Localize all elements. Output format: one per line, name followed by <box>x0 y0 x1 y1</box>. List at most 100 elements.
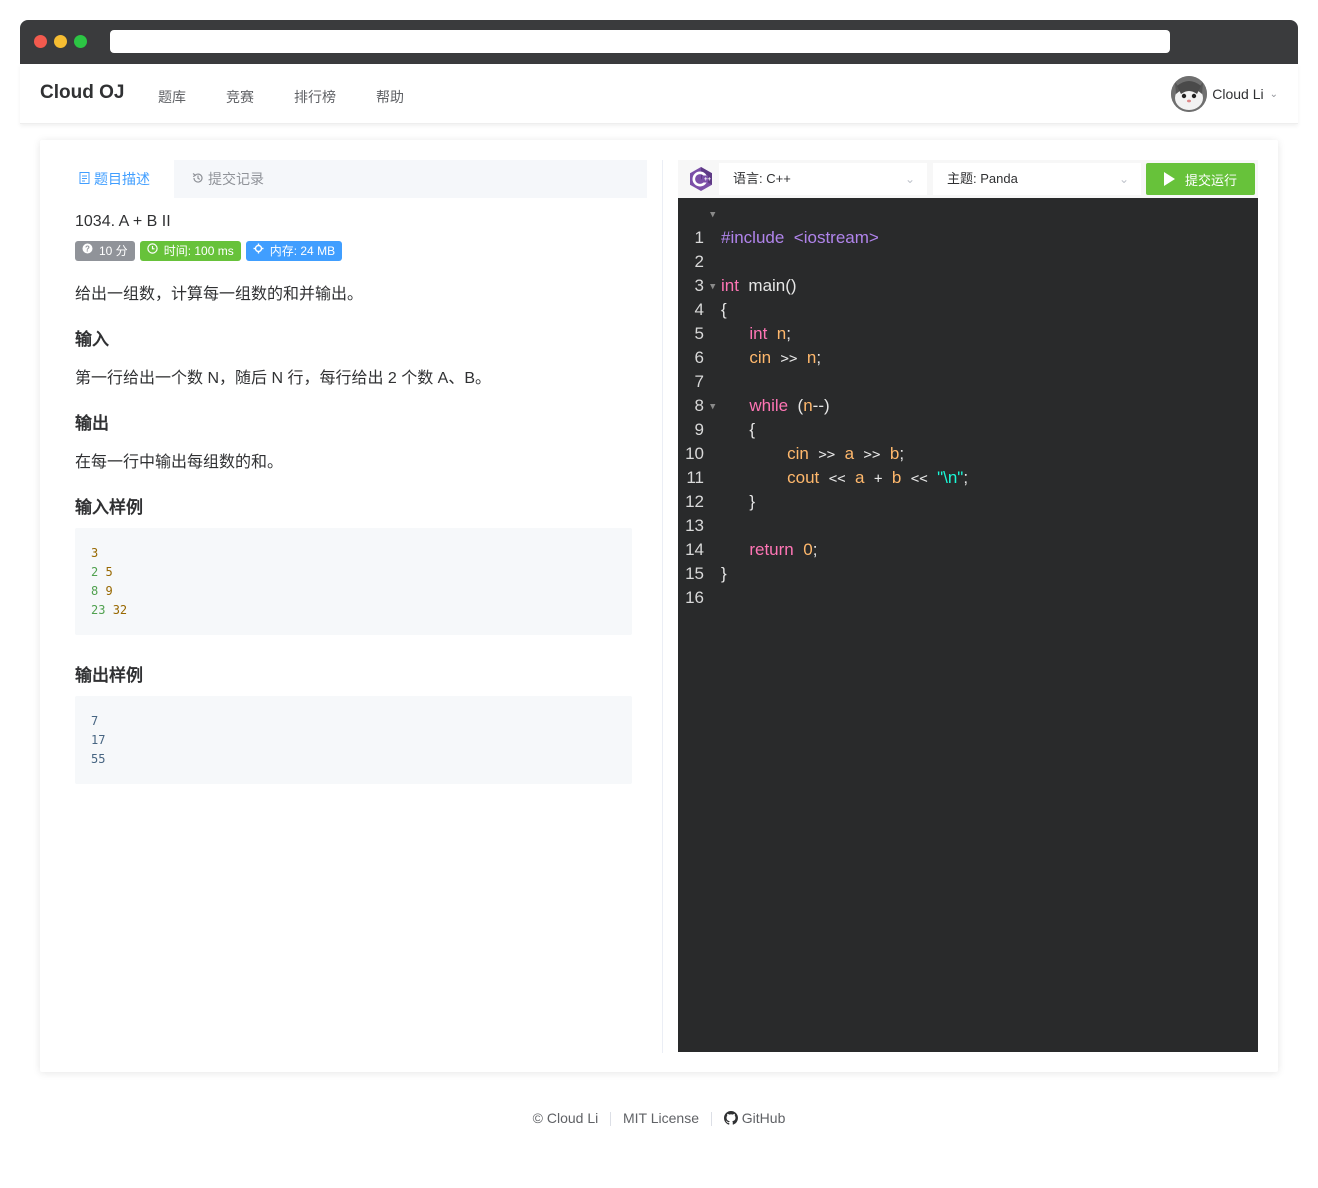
submit-run-label: 提交运行 <box>1184 172 1237 188</box>
problem-tags: ? 10 分 时间: 100 ms 内存: 24 MB <box>75 241 343 261</box>
fold-arrow-icon[interactable]: ▼ <box>710 203 715 227</box>
nav-problems[interactable]: 题库 <box>158 87 186 107</box>
code-line: 3 int main() <box>678 250 1258 295</box>
code-line: 11 cout << a + b << "\n"; <box>678 442 1258 487</box>
code-line: 15} <box>678 538 1258 583</box>
code-line: 12 } <box>678 466 1258 511</box>
nav-contests[interactable]: 竞赛 <box>226 87 254 107</box>
chevron-down-icon: ⌄ <box>1118 172 1129 186</box>
fold-arrow-icon[interactable]: ▼ <box>710 275 715 299</box>
memory-limit-text: 内存: 24 MB <box>269 244 336 258</box>
editor-toolbar: ++ 语言: C++ ⌄ 主题: Panda ⌄ 提交运行 <box>678 160 1258 198</box>
user-name: Cloud Li <box>1212 86 1264 102</box>
app-header: Cloud OJ 题库 竞赛 排行榜 帮助 Cloud Li ⌄ <box>20 64 1298 124</box>
sample-input-block[interactable]: 3 2 5 8 9 23 32 <box>75 528 632 635</box>
language-select[interactable]: 语言: C++ ⌄ <box>719 163 927 195</box>
main-card: 题目描述 提交记录 1034. A + B II ? 10 分 时间: 100 … <box>40 140 1278 1072</box>
cpp-language-icon: ++ <box>688 166 714 192</box>
user-menu[interactable]: Cloud Li ⌄ <box>1171 76 1278 112</box>
code-line: 7 <box>678 346 1258 391</box>
sample-output-heading: 输出样例 <box>75 666 143 685</box>
sample-input-value: 32 <box>112 603 128 617</box>
minimize-window-dot[interactable] <box>54 35 67 48</box>
sample-output-line: 55 <box>91 752 106 766</box>
close-window-dot[interactable] <box>34 35 47 48</box>
document-icon <box>79 161 90 199</box>
tab-submissions-label: 提交记录 <box>208 171 264 187</box>
browser-window-bar <box>20 20 1298 64</box>
sample-input-line: 23 32 <box>91 601 616 620</box>
sample-output-line: 17 <box>91 733 106 747</box>
address-bar[interactable] <box>110 30 1170 53</box>
input-heading: 输入 <box>75 330 109 349</box>
footer-divider <box>710 1112 712 1127</box>
problem-tabs: 题目描述 提交记录 <box>66 160 647 198</box>
sample-input-line: 3 <box>91 544 616 563</box>
code-line: 14 return 0; <box>678 514 1258 559</box>
fold-arrow-icon[interactable]: ▼ <box>710 395 715 419</box>
tab-description[interactable]: 题目描述 <box>66 160 174 198</box>
memory-limit-badge: 内存: 24 MB <box>245 241 343 261</box>
chevron-down-icon: ⌄ <box>1269 88 1278 100</box>
github-icon <box>723 1111 738 1125</box>
sample-input-value: 3 <box>91 546 99 560</box>
sample-input-value: 23 <box>91 603 106 617</box>
cpu-icon <box>253 241 264 261</box>
time-limit-text: 时间: 100 ms <box>163 244 234 258</box>
submit-run-button[interactable]: 提交运行 <box>1146 163 1255 195</box>
tab-submissions[interactable]: 提交记录 <box>179 160 277 198</box>
license-link[interactable]: MIT License <box>623 1110 699 1126</box>
code-line: 10 cin >> a >> b; <box>678 418 1258 463</box>
tab-description-label: 题目描述 <box>94 171 150 187</box>
maximize-window-dot[interactable] <box>74 35 87 48</box>
code-line: 2 <box>678 226 1258 271</box>
theme-select[interactable]: 主题: Panda ⌄ <box>933 163 1141 195</box>
score-badge-text: 10 分 <box>99 244 128 258</box>
theme-select-value: 主题: Panda <box>947 171 1018 186</box>
code-line: 6 cin >> n; <box>678 322 1258 367</box>
score-badge: ? 10 分 <box>75 241 135 261</box>
sample-input-line: 8 9 <box>91 582 616 601</box>
sample-output-block[interactable]: 7 17 55 <box>75 696 632 784</box>
output-heading: 输出 <box>75 414 109 433</box>
svg-text:++: ++ <box>704 177 712 183</box>
copyright-text: © Cloud Li <box>532 1110 599 1126</box>
output-description: 在每一行中输出每组数的和。 <box>75 454 284 471</box>
code-line: 1 ▼ #include <iostream> <box>678 202 1258 247</box>
chevron-down-icon: ⌄ <box>904 172 915 186</box>
avatar <box>1171 76 1208 112</box>
code-line: 4 ▼{ <box>678 274 1258 319</box>
brand-logo[interactable]: Cloud OJ <box>40 82 124 104</box>
time-limit-badge: 时间: 100 ms <box>139 241 241 261</box>
problem-title: 1034. A + B II <box>75 213 171 230</box>
github-link[interactable]: GitHub <box>723 1110 786 1126</box>
code-line: 13 <box>678 490 1258 535</box>
code-line: 16 <box>678 562 1258 607</box>
sample-output-line: 7 <box>91 714 99 728</box>
nav-help[interactable]: 帮助 <box>376 87 404 107</box>
code-line: 8 while (n--) <box>678 370 1258 415</box>
problem-description: 给出一组数，计算每一组数的和并输出。 <box>75 286 364 303</box>
sample-input-value: 8 <box>91 584 99 598</box>
sample-input-value: 9 <box>105 584 113 598</box>
footer-divider <box>610 1112 612 1127</box>
page-footer: © Cloud Li MIT License GitHub <box>0 1110 1318 1127</box>
sample-input-heading: 输入样例 <box>75 498 143 517</box>
code-editor[interactable]: 1 ▼ #include <iostream> 2 3 int main() 4 ▼{ … <box>678 198 1258 1052</box>
clock-icon <box>146 241 158 261</box>
github-label: GitHub <box>741 1110 786 1126</box>
sample-input-value: 2 <box>91 565 99 579</box>
line-number: 16 <box>685 588 704 607</box>
history-icon <box>192 161 204 199</box>
play-icon <box>1163 172 1175 186</box>
language-select-value: 语言: C++ <box>733 171 791 186</box>
question-icon: ? <box>82 241 93 261</box>
nav-rankings[interactable]: 排行榜 <box>294 87 336 107</box>
input-description: 第一行给出一个数 N，随后 N 行，每行给出 2 个数 A、B。 <box>75 370 492 387</box>
panel-divider[interactable] <box>662 160 663 1053</box>
svg-text:?: ? <box>85 244 90 253</box>
code-line: 9 ▼ { <box>678 394 1258 439</box>
sample-input-line: 2 5 <box>91 563 616 582</box>
code-line: 5 int n; <box>678 298 1258 343</box>
sample-input-value: 5 <box>105 565 113 579</box>
